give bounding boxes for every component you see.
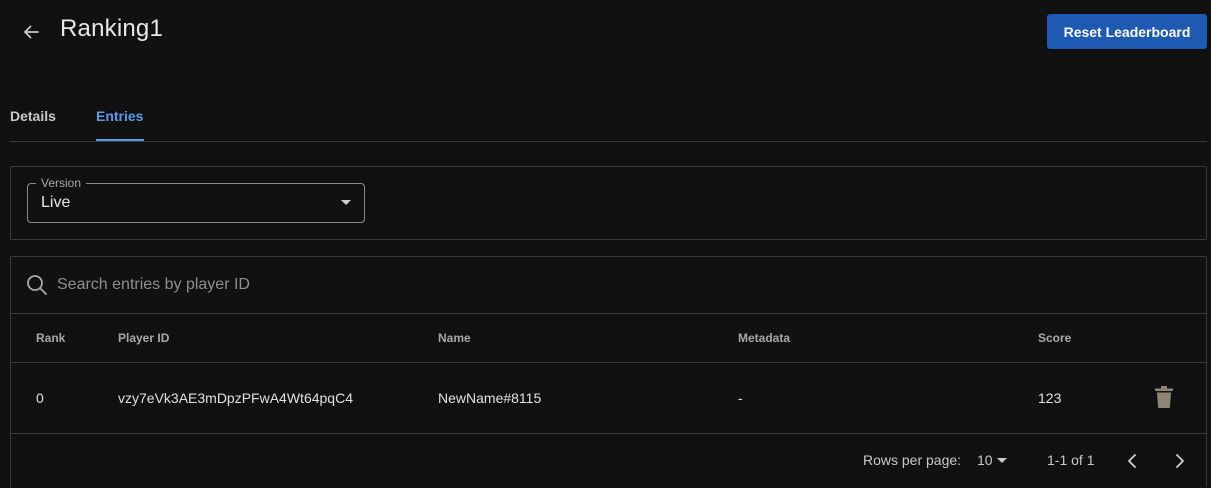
version-card: Version Live	[10, 166, 1207, 240]
search-bar	[11, 257, 1206, 314]
tab-bar: Details Entries	[10, 100, 1207, 142]
cell-metadata: -	[738, 390, 743, 406]
next-page-button[interactable]	[1167, 448, 1193, 474]
search-icon	[27, 275, 47, 295]
caret-down-icon	[997, 458, 1007, 463]
cell-rank: 0	[36, 390, 44, 406]
table-header: Rank Player ID Name Metadata Score	[11, 314, 1206, 363]
cell-player-id: vzy7eVk3AE3mDpzPFwA4Wt64pqC4	[118, 390, 353, 406]
active-tab-indicator	[96, 139, 144, 141]
pagination: Rows per page: 10 1-1 of 1	[11, 434, 1206, 488]
version-select[interactable]: Version Live	[27, 176, 365, 223]
trash-icon	[1155, 386, 1173, 408]
rows-per-page-select[interactable]: 10	[977, 450, 1013, 472]
back-button[interactable]	[16, 17, 46, 47]
chevron-left-icon	[1128, 454, 1136, 468]
version-value: Live	[41, 194, 71, 211]
cell-name: NewName#8115	[438, 390, 542, 406]
pagination-range: 1-1 of 1	[1047, 452, 1095, 468]
column-header-player-id[interactable]: Player ID	[118, 331, 169, 345]
search-input[interactable]	[57, 271, 657, 299]
rows-per-page-value: 10	[977, 452, 993, 468]
rows-per-page-label: Rows per page:	[863, 452, 962, 468]
delete-entry-button[interactable]	[1152, 385, 1176, 409]
cell-score: 123	[1038, 390, 1062, 406]
column-header-score[interactable]: Score	[1038, 331, 1071, 345]
column-header-rank[interactable]: Rank	[36, 331, 65, 345]
chevron-right-icon	[1176, 454, 1184, 468]
page-title: Ranking1	[60, 15, 164, 42]
column-header-metadata[interactable]: Metadata	[738, 331, 790, 345]
column-header-name[interactable]: Name	[438, 331, 471, 345]
caret-down-icon	[341, 200, 351, 205]
reset-leaderboard-button[interactable]: Reset Leaderboard	[1047, 14, 1207, 49]
version-label: Version	[36, 176, 87, 190]
table-row[interactable]: 0 vzy7eVk3AE3mDpzPFwA4Wt64pqC4 NewName#8…	[11, 363, 1206, 434]
tab-details[interactable]: Details	[10, 108, 56, 124]
arrow-left-icon	[24, 25, 39, 39]
tab-entries[interactable]: Entries	[96, 108, 143, 124]
entries-table-card: Rank Player ID Name Metadata Score 0 vzy…	[10, 256, 1207, 487]
previous-page-button[interactable]	[1119, 448, 1145, 474]
